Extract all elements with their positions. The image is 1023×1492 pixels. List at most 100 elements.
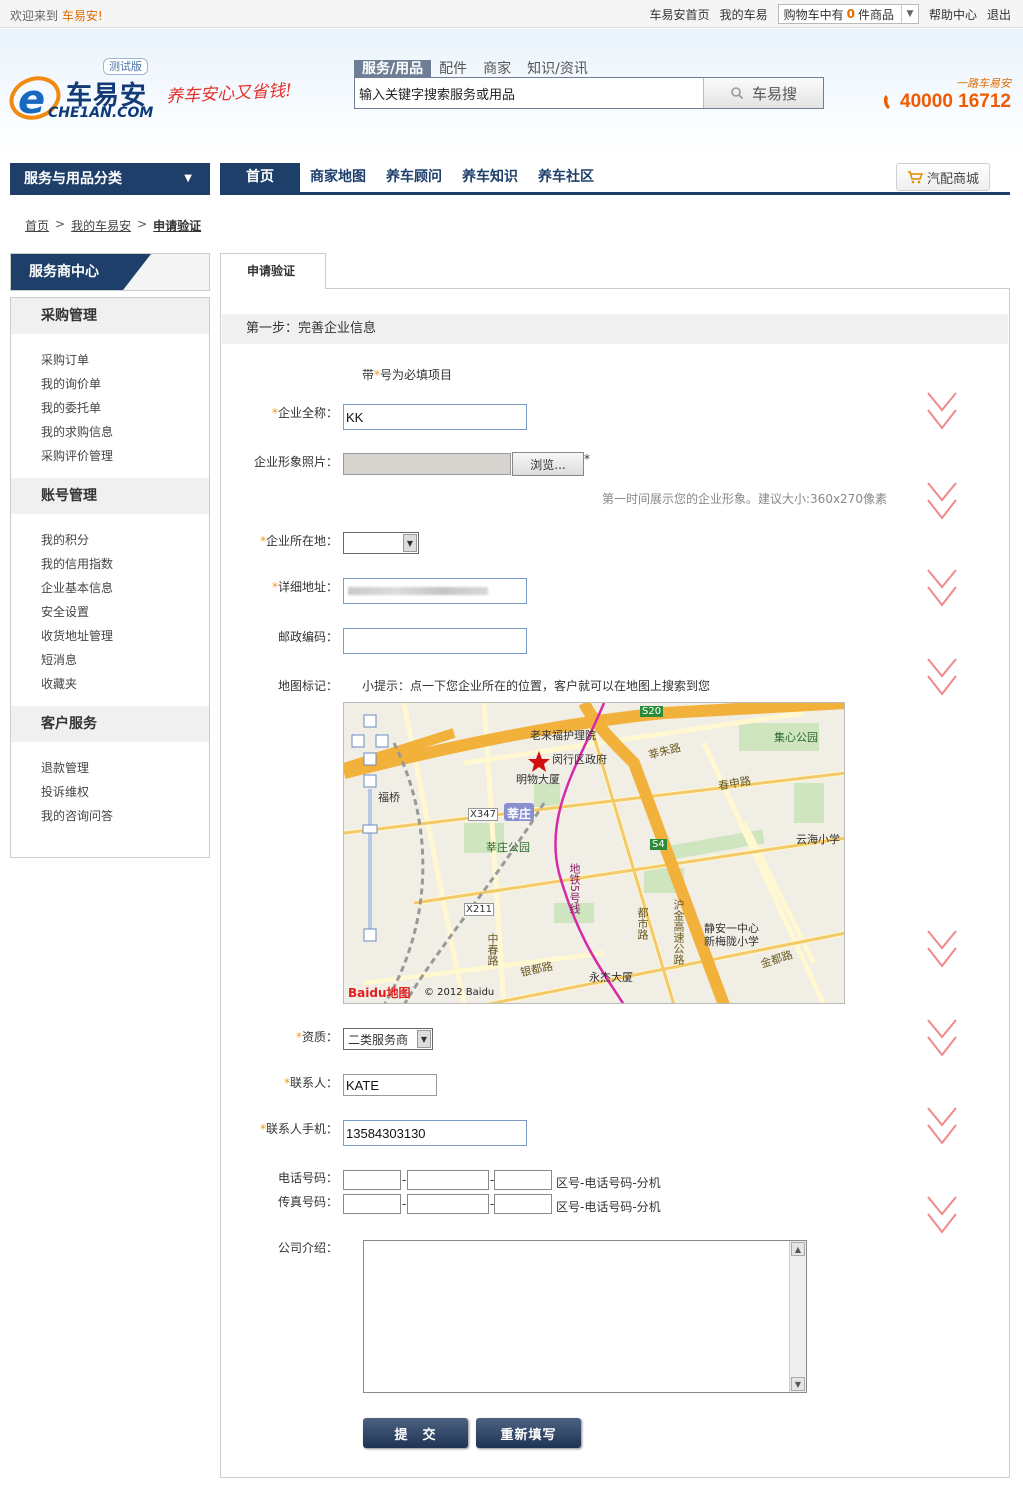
phone-area-input[interactable]	[343, 1170, 401, 1190]
nav-merchant-map[interactable]: 商家地图	[300, 163, 376, 192]
location-select[interactable]: ▼	[343, 532, 419, 554]
search-tab-parts[interactable]: 配件	[431, 60, 475, 78]
map-label-road: 都市路	[636, 907, 649, 940]
address-input[interactable]	[343, 578, 527, 604]
company-name-input[interactable]	[343, 404, 527, 430]
breadcrumb-current[interactable]: 申请验证	[153, 217, 201, 234]
photo-hint: 第一时间展示您的企业形象。建议大小:360x270像素	[602, 492, 887, 506]
qualification-value: 二类服务商	[348, 1032, 409, 1047]
blurred-address-value	[348, 587, 488, 595]
location-label-text: 企业所在地：	[265, 534, 338, 548]
map-label-highway: S20	[640, 706, 664, 717]
category-menu-label: 服务与用品分类	[24, 171, 122, 187]
parts-mall-button[interactable]: 汽配商城	[896, 163, 990, 191]
sidebar-item[interactable]: 收货地址管理	[41, 629, 113, 643]
search-tab-merchants[interactable]: 商家	[475, 60, 519, 78]
breadcrumb-my-account[interactable]: 我的车易安	[71, 217, 131, 234]
search-button-label: 车易搜	[751, 84, 797, 103]
help-link[interactable]: 帮助中心	[929, 6, 977, 23]
nav-knowledge[interactable]: 养车知识	[452, 163, 528, 192]
search-tabs: 服务/用品 配件 商家 知识/资讯	[354, 58, 596, 78]
map-label-poi: 闵行区政府	[552, 753, 607, 766]
chevron-down-icon	[927, 1019, 957, 1057]
search-input[interactable]	[359, 82, 699, 104]
sidebar-item[interactable]: 投诉维权	[41, 785, 89, 799]
chevron-down-icon: ▼	[184, 173, 192, 184]
fax-number-input[interactable]	[407, 1194, 489, 1214]
intro-label: 公司介绍：	[277, 1241, 338, 1255]
company-name-label-text: 企业全称：	[277, 406, 338, 420]
sidebar-title: 服务商中心	[11, 254, 151, 290]
required-star: *	[584, 452, 590, 466]
sidebar-item[interactable]: 我的求购信息	[41, 425, 113, 439]
welcome-prefix: 欢迎来到	[10, 9, 59, 23]
search-box: 车易搜	[354, 77, 824, 109]
chevron-down-icon: ▼	[403, 534, 417, 552]
phone-icon	[883, 95, 891, 109]
sidebar-list-purchase: 采购订单 我的询价单 我的委托单 我的求购信息 采购评价管理	[11, 334, 209, 478]
sidebar-item[interactable]: 退款管理	[41, 761, 89, 775]
cart-dropdown[interactable]: 购物车中有 0 件商品 ▼	[777, 4, 919, 24]
cart-suffix: 件商品	[857, 7, 894, 22]
header: e 车易安 CHE1AN.COM 测试版 养车安心又省钱! 服务/用品 配件 商…	[0, 29, 1023, 159]
sidebar-item[interactable]: 我的咨询问答	[41, 809, 113, 823]
hotline-caption: 一路车易安	[956, 77, 1011, 90]
reset-button[interactable]: 重新填写	[476, 1418, 581, 1448]
map-label-road: 沪金高速公路	[672, 899, 685, 965]
hotline-number: 40000 16712	[882, 91, 1011, 113]
nav-advisor[interactable]: 养车顾问	[376, 163, 452, 192]
map-label: 地图标记：	[277, 679, 338, 693]
brand-link[interactable]: 车易安!	[62, 9, 103, 23]
scrollbar[interactable]: ▲ ▼	[789, 1241, 806, 1392]
breadcrumb-separator: >	[137, 217, 148, 231]
nav-community[interactable]: 养车社区	[528, 163, 604, 192]
fax-area-input[interactable]	[343, 1194, 401, 1214]
chevron-down-icon[interactable]: ▼	[900, 5, 918, 23]
sidebar-item[interactable]: 收藏夹	[41, 677, 77, 691]
search-icon	[731, 87, 744, 100]
search-button[interactable]: 车易搜	[703, 78, 823, 108]
scroll-up-icon[interactable]: ▲	[791, 1242, 805, 1256]
logout-link[interactable]: 退出	[987, 6, 1011, 23]
sidebar-item[interactable]: 短消息	[41, 653, 77, 667]
breadcrumb-home[interactable]: 首页	[25, 217, 49, 234]
map-label-poi: 永杰大厦	[589, 971, 633, 984]
nav-home[interactable]: 首页	[220, 163, 300, 192]
sidebar-item[interactable]: 企业基本信息	[41, 581, 113, 595]
phone-number-input[interactable]	[407, 1170, 489, 1190]
map-label-poi: 明物大厦	[516, 773, 560, 786]
map-label-metro: 地铁5号线	[568, 863, 581, 914]
beta-badge: 测试版	[103, 58, 148, 75]
my-account-link[interactable]: 我的车易	[720, 6, 768, 23]
photo-file-input[interactable]	[343, 453, 511, 475]
postcode-input[interactable]	[343, 628, 527, 654]
sidebar-item[interactable]: 采购评价管理	[41, 449, 113, 463]
intro-textarea[interactable]: ▲ ▼	[363, 1240, 807, 1393]
welcome-text: 欢迎来到 车易安!	[10, 7, 103, 24]
home-link[interactable]: 车易安首页	[650, 6, 710, 23]
fax-ext-input[interactable]	[494, 1194, 552, 1214]
sidebar-item[interactable]: 我的积分	[41, 533, 89, 547]
location-map[interactable]: 老来福护理院 闵行区政府 明物大厦 莘庄 莘庄公园 集心公园 云海小学 静安一中…	[343, 702, 845, 1004]
qualification-select[interactable]: 二类服务商 ▼	[343, 1028, 433, 1050]
scroll-down-icon[interactable]: ▼	[791, 1377, 805, 1391]
chevron-down-icon: ▼	[417, 1030, 431, 1048]
map-label-county-road: X347	[468, 808, 498, 821]
mobile-input[interactable]	[343, 1120, 527, 1146]
sidebar-item[interactable]: 我的信用指数	[41, 557, 113, 571]
sidebar-item[interactable]: 我的询价单	[41, 377, 101, 391]
site-logo[interactable]: e 车易安 CHE1AN.COM	[8, 69, 158, 129]
search-tab-services[interactable]: 服务/用品	[354, 60, 432, 78]
category-menu[interactable]: 服务与用品分类 ▼	[10, 163, 210, 195]
submit-button[interactable]: 提 交	[363, 1418, 468, 1448]
sidebar-item[interactable]: 安全设置	[41, 605, 89, 619]
phone-ext-input[interactable]	[494, 1170, 552, 1190]
map-label-highway: S4	[650, 839, 667, 850]
browse-button[interactable]: 浏览...	[512, 452, 584, 476]
search-tab-knowledge[interactable]: 知识/资讯	[519, 60, 596, 78]
sidebar-item[interactable]: 我的委托单	[41, 401, 101, 415]
contact-label-text: 联系人：	[289, 1076, 338, 1090]
sidebar-item[interactable]: 采购订单	[41, 353, 89, 367]
contact-input[interactable]	[343, 1074, 437, 1096]
tab-apply-verification[interactable]: 申请验证	[220, 253, 326, 289]
